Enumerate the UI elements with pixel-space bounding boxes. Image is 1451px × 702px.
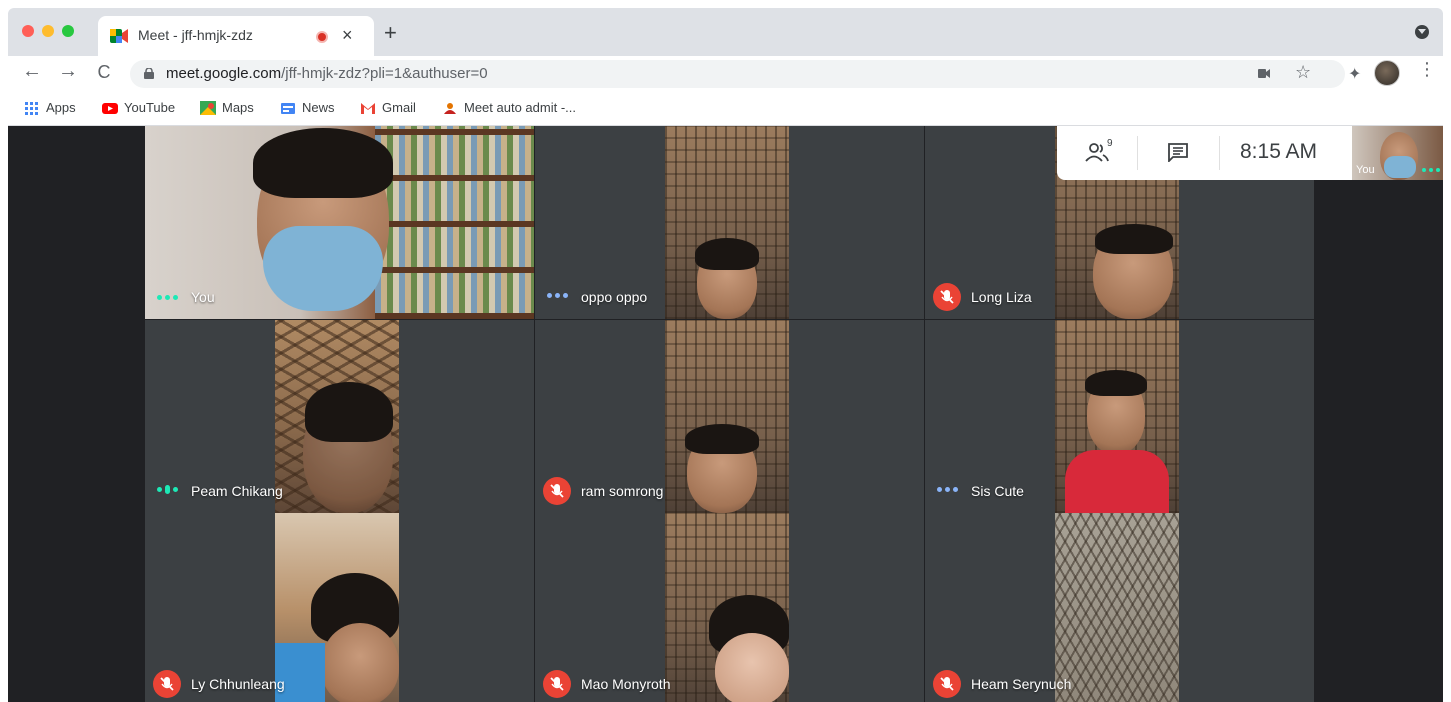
meet-stage: You oppo oppo Long Liza Peam Chikang ram… xyxy=(8,126,1443,702)
participant-name: Long Liza xyxy=(971,289,1032,305)
address-bar[interactable]: meet.google.com/jff-hmjk-zdz?pli=1&authu… xyxy=(130,60,1345,88)
participant-video xyxy=(1055,513,1179,702)
participant-name: ram somrong xyxy=(581,483,664,499)
face-mask xyxy=(263,226,383,311)
window-minimize-button[interactable] xyxy=(42,25,54,37)
speaking-indicator-icon xyxy=(157,485,179,494)
microphone-muted-icon xyxy=(543,670,571,698)
bookmark-gmail[interactable]: Gmail xyxy=(360,100,416,115)
bookmark-maps[interactable]: Maps xyxy=(200,100,254,115)
tab-close-icon[interactable]: × xyxy=(342,25,353,46)
audio-level-dots-icon xyxy=(547,293,569,299)
microphone-muted-icon xyxy=(933,283,961,311)
self-view-thumbnail[interactable]: You xyxy=(1352,126,1443,180)
participant-hair xyxy=(253,128,393,198)
window-maximize-button[interactable] xyxy=(62,25,74,37)
participant-tile-heam-serynuch[interactable]: Heam Serynuch xyxy=(925,513,1314,702)
new-tab-button[interactable]: + xyxy=(384,20,397,46)
recording-indicator-icon xyxy=(316,31,328,43)
maps-icon xyxy=(200,100,216,115)
news-icon xyxy=(281,102,295,114)
participant-name: Ly Chhunleang xyxy=(191,676,285,692)
back-button[interactable]: ← xyxy=(20,60,44,86)
divider xyxy=(1219,136,1220,170)
participant-count-badge: 9 xyxy=(1107,138,1113,149)
participant-video xyxy=(275,513,399,702)
bookmark-apps[interactable]: Apps xyxy=(24,100,76,115)
youtube-icon xyxy=(102,102,118,114)
reload-button[interactable]: C xyxy=(92,62,116,88)
participant-name: You xyxy=(191,289,215,305)
participant-video xyxy=(665,320,789,513)
participant-tile-oppo-oppo[interactable]: oppo oppo xyxy=(535,126,924,319)
participant-name: Peam Chikang xyxy=(191,483,283,499)
microphone-muted-icon xyxy=(153,670,181,698)
apps-grid-icon xyxy=(25,101,38,115)
participant-name: oppo oppo xyxy=(581,289,648,305)
divider xyxy=(1137,136,1138,170)
meet-auto-admit-icon xyxy=(444,102,456,114)
participant-name: Sis Cute xyxy=(971,483,1024,499)
url-text: meet.google.com/jff-hmjk-zdz?pli=1&authu… xyxy=(166,65,488,82)
tab-meet[interactable]: Meet - jff-hmjk-zdz × xyxy=(98,16,374,56)
participant-name: Heam Serynuch xyxy=(971,676,1072,692)
participant-tile-you[interactable]: You xyxy=(145,126,534,319)
participant-tile-peam-chikang[interactable]: Peam Chikang xyxy=(145,320,534,513)
microphone-muted-icon xyxy=(543,477,571,505)
browser-tab-strip: Meet - jff-hmjk-zdz × + xyxy=(8,8,1443,56)
bookmark-meet-auto-admit[interactable]: Meet auto admit -... xyxy=(442,100,576,115)
camera-in-use-icon[interactable] xyxy=(1258,69,1270,78)
gmail-icon xyxy=(361,102,375,114)
bookmark-star-icon[interactable]: ☆ xyxy=(1295,62,1311,83)
browser-toolbar: ← → C meet.google.com/jff-hmjk-zdz?pli=1… xyxy=(8,56,1443,92)
participant-video xyxy=(1055,320,1179,513)
participant-tile-sis-cute[interactable]: Sis Cute xyxy=(925,320,1314,513)
microphone-muted-icon xyxy=(933,670,961,698)
lock-icon xyxy=(144,68,154,79)
participant-tile-mao-monyroth[interactable]: Mao Monyroth xyxy=(535,513,924,702)
browser-menu-icon[interactable]: ⋮ xyxy=(1418,59,1436,80)
window-close-button[interactable] xyxy=(22,25,34,37)
self-view-label: You xyxy=(1356,164,1375,176)
meeting-info-panel: 9 8:15 AM xyxy=(1057,126,1352,180)
meeting-clock: 8:15 AM xyxy=(1240,140,1318,163)
participant-video xyxy=(275,320,399,513)
speaking-indicator-icon xyxy=(157,295,179,301)
bookmarks-bar: Apps YouTube Maps News Gmail Meet auto a… xyxy=(8,92,1443,126)
extensions-puzzle-icon[interactable]: ✦ xyxy=(1348,64,1361,84)
bookmark-news[interactable]: News xyxy=(280,100,335,115)
audio-level-dots-icon xyxy=(937,487,959,493)
forward-button[interactable]: → xyxy=(56,60,80,86)
profile-avatar[interactable] xyxy=(1374,60,1400,86)
speaking-indicator-icon xyxy=(1422,168,1440,174)
bookshelf-background xyxy=(375,126,534,319)
meet-favicon-icon xyxy=(110,29,128,43)
participant-name: Mao Monyroth xyxy=(581,676,671,692)
chat-icon[interactable] xyxy=(1167,142,1189,162)
tab-title: Meet - jff-hmjk-zdz xyxy=(138,27,253,43)
tab-search-icon[interactable] xyxy=(1415,25,1429,39)
participant-tile-ram-somrong[interactable]: ram somrong xyxy=(535,320,924,513)
participant-video xyxy=(665,126,789,319)
bookmark-youtube[interactable]: YouTube xyxy=(102,100,175,115)
participant-tile-ly-chhunleang[interactable]: Ly Chhunleang xyxy=(145,513,534,702)
participant-video xyxy=(665,513,789,702)
